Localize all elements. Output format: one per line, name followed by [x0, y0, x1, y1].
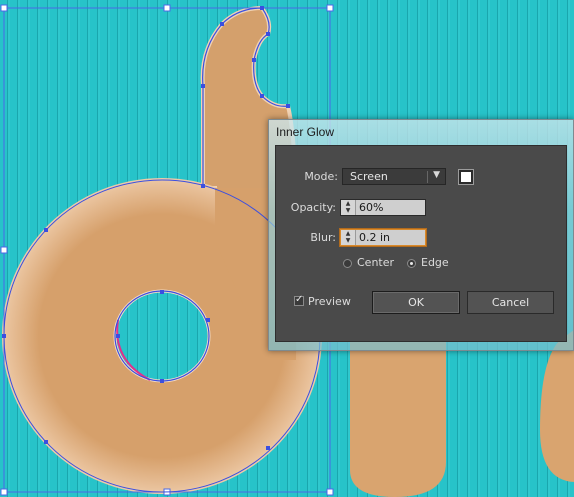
leg-shape-left[interactable]	[350, 330, 446, 497]
check-mark-icon: ✓	[295, 294, 304, 305]
dialog-title: Inner Glow	[276, 125, 335, 139]
inner-glow-dialog[interactable]: Inner Glow Mode: Screen ▼ Opacity: ▲ ▼ 60…	[268, 119, 574, 351]
center-radio[interactable]	[343, 259, 352, 268]
color-swatch-fill	[461, 172, 471, 182]
opacity-input[interactable]: ▲ ▼ 60%	[340, 199, 426, 216]
cancel-button[interactable]: Cancel	[467, 291, 554, 314]
mode-label: Mode:	[304, 170, 338, 183]
mode-dropdown-value: Screen	[350, 170, 388, 183]
edge-radio[interactable]	[407, 259, 416, 268]
opacity-label: Opacity:	[290, 201, 336, 214]
edge-label[interactable]: Edge	[421, 256, 449, 269]
dialog-content: Mode: Screen ▼ Opacity: ▲ ▼ 60% Blur: ▲ ▼ …	[275, 145, 567, 342]
blur-label: Blur:	[310, 231, 336, 244]
preview-label[interactable]: Preview	[308, 295, 351, 308]
up-down-arrows-icon[interactable]: ▲ ▼	[341, 230, 356, 245]
ok-button[interactable]: OK	[372, 291, 460, 314]
preview-checkbox[interactable]: ✓	[294, 294, 304, 306]
opacity-value: 60%	[359, 201, 384, 214]
blur-value: 0.2 in	[359, 231, 391, 244]
center-label[interactable]: Center	[357, 256, 394, 269]
leg-shape-right[interactable]	[540, 330, 574, 482]
glow-color-swatch[interactable]	[458, 169, 474, 185]
mode-dropdown[interactable]: Screen ▼	[342, 168, 446, 185]
triangle-down-icon: ▼	[433, 170, 440, 180]
up-down-arrows-icon[interactable]: ▲ ▼	[341, 200, 356, 215]
blur-input[interactable]: ▲ ▼ 0.2 in	[340, 229, 426, 246]
dropdown-separator	[427, 171, 428, 183]
